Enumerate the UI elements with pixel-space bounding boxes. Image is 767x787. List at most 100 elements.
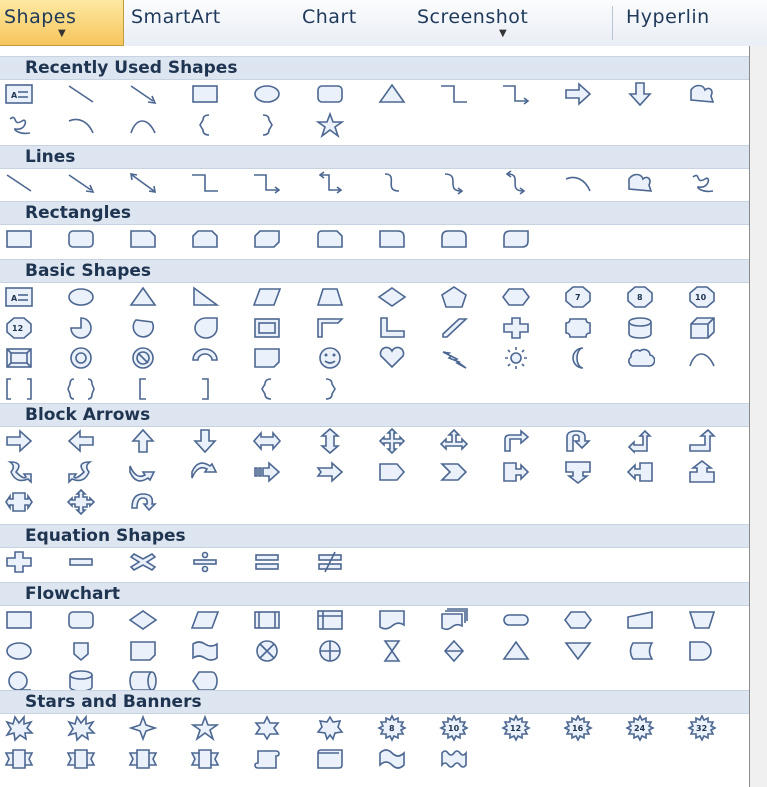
cross-icon[interactable] xyxy=(501,314,531,342)
alternate-process-icon[interactable] xyxy=(66,606,96,634)
left-right-up-arrow-icon[interactable] xyxy=(439,427,469,455)
curve-icon[interactable] xyxy=(563,169,593,197)
text-box-icon[interactable]: A xyxy=(4,283,34,311)
up-down-arrow-icon[interactable] xyxy=(315,427,345,455)
bent-arrow-icon[interactable] xyxy=(501,427,531,455)
card-icon[interactable] xyxy=(128,637,158,665)
decagon-icon[interactable]: 10 xyxy=(687,283,717,311)
wave-icon[interactable] xyxy=(377,745,407,773)
multidocument-icon[interactable] xyxy=(439,606,469,634)
quad-arrow-callout-icon[interactable] xyxy=(66,488,96,516)
curved-right-arrow-icon[interactable] xyxy=(4,458,34,486)
or-icon[interactable] xyxy=(315,637,345,665)
oval-icon[interactable] xyxy=(252,80,282,108)
curved-left-arrow-icon[interactable] xyxy=(66,458,96,486)
dodecagon-icon[interactable]: 12 xyxy=(4,314,34,342)
plaque-icon[interactable] xyxy=(563,314,593,342)
up-arrow-callout-icon[interactable] xyxy=(687,458,717,486)
left-right-arrow-icon[interactable] xyxy=(252,427,282,455)
folded-corner-icon[interactable] xyxy=(252,344,282,372)
isosceles-triangle-icon[interactable] xyxy=(128,283,158,311)
down-arrow-icon[interactable] xyxy=(190,427,220,455)
bevel-icon[interactable] xyxy=(4,344,34,372)
star-24-point-icon[interactable]: 24 xyxy=(625,714,655,742)
l-shape-icon[interactable] xyxy=(377,314,407,342)
round-same-side-corner-rectangle-icon[interactable] xyxy=(439,225,469,253)
arrow-line-icon[interactable] xyxy=(128,80,158,108)
left-bracket-icon[interactable] xyxy=(128,375,158,403)
elbow-arrow-connector-icon[interactable] xyxy=(501,80,531,108)
round-diagonal-corner-rectangle-icon[interactable] xyxy=(501,225,531,253)
star-4-point-icon[interactable] xyxy=(128,714,158,742)
vertical-scroll-icon[interactable] xyxy=(252,745,282,773)
bent-up-arrow-icon[interactable] xyxy=(687,427,717,455)
rectangle-icon[interactable] xyxy=(4,225,34,253)
decision-icon[interactable] xyxy=(128,606,158,634)
curved-down-ribbon-icon[interactable] xyxy=(190,745,220,773)
scrollbar[interactable] xyxy=(750,46,767,787)
explosion-1-icon[interactable] xyxy=(4,714,34,742)
curved-connector-icon[interactable] xyxy=(377,169,407,197)
no-symbol-icon[interactable] xyxy=(128,344,158,372)
right-arrow-icon[interactable] xyxy=(563,80,593,108)
down-arrow-callout-icon[interactable] xyxy=(563,458,593,486)
screenshot-button[interactable]: Screenshot ▼ xyxy=(417,0,528,46)
diagonal-stripe-icon[interactable] xyxy=(439,314,469,342)
summing-junction-icon[interactable] xyxy=(252,637,282,665)
minus-icon[interactable] xyxy=(66,548,96,576)
curved-up-ribbon-icon[interactable] xyxy=(128,745,158,773)
line-icon[interactable] xyxy=(4,169,34,197)
star-6-point-icon[interactable] xyxy=(252,714,282,742)
curved-up-arrow-icon[interactable] xyxy=(128,458,158,486)
rectangle-icon[interactable] xyxy=(190,80,220,108)
smartart-button[interactable]: SmartArt xyxy=(131,0,221,46)
not-equal-icon[interactable] xyxy=(315,548,345,576)
pie-icon[interactable] xyxy=(66,314,96,342)
pentagon-arrow-icon[interactable] xyxy=(377,458,407,486)
snip-diagonal-corner-rectangle-icon[interactable] xyxy=(252,225,282,253)
scribble-icon[interactable] xyxy=(687,169,717,197)
connector-icon[interactable] xyxy=(4,637,34,665)
right-bracket-icon[interactable] xyxy=(190,375,220,403)
elbow-connector-icon[interactable] xyxy=(190,169,220,197)
round-single-corner-rectangle-icon[interactable] xyxy=(377,225,407,253)
striped-right-arrow-icon[interactable] xyxy=(252,458,282,486)
up-ribbon-icon[interactable] xyxy=(4,745,34,773)
star-12-point-icon[interactable]: 12 xyxy=(501,714,531,742)
hexagon-icon[interactable] xyxy=(501,283,531,311)
star-7-point-icon[interactable] xyxy=(315,714,345,742)
multiply-icon[interactable] xyxy=(128,548,158,576)
notched-right-arrow-icon[interactable] xyxy=(315,458,345,486)
star-5-point-icon[interactable] xyxy=(190,714,220,742)
chart-button[interactable]: Chart xyxy=(302,0,357,46)
snip-same-side-corner-rectangle-icon[interactable] xyxy=(190,225,220,253)
can-icon[interactable] xyxy=(625,314,655,342)
pentagon-icon[interactable] xyxy=(439,283,469,311)
punched-tape-icon[interactable] xyxy=(190,637,220,665)
donut-icon[interactable] xyxy=(66,344,96,372)
teardrop-icon[interactable] xyxy=(190,314,220,342)
chord-icon[interactable] xyxy=(128,314,158,342)
star-10-point-icon[interactable]: 10 xyxy=(438,714,469,742)
left-brace-icon[interactable] xyxy=(252,375,282,403)
curved-double-arrow-connector-icon[interactable] xyxy=(501,169,531,197)
octagon-icon[interactable]: 8 xyxy=(625,283,655,311)
rounded-rectangle-icon[interactable] xyxy=(66,225,96,253)
delay-icon[interactable] xyxy=(687,637,717,665)
extract-icon[interactable] xyxy=(501,637,531,665)
diamond-icon[interactable] xyxy=(377,283,407,311)
explosion-2-icon[interactable] xyxy=(66,714,97,742)
double-bracket-icon[interactable] xyxy=(4,375,34,403)
left-arrow-callout-icon[interactable] xyxy=(625,458,655,486)
freeform-icon[interactable] xyxy=(625,169,655,197)
up-arrow-icon[interactable] xyxy=(128,427,158,455)
star-16-point-icon[interactable]: 16 xyxy=(563,714,593,742)
chevron-icon[interactable] xyxy=(439,458,469,486)
off-page-connector-icon[interactable] xyxy=(66,637,96,665)
star-8-point-icon[interactable]: 8 xyxy=(376,714,407,742)
parallelogram-icon[interactable] xyxy=(252,283,282,311)
left-up-arrow-icon[interactable] xyxy=(625,427,655,455)
trapezoid-icon[interactable] xyxy=(315,283,345,311)
curved-arrow-connector-icon[interactable] xyxy=(439,169,469,197)
elbow-connector-icon[interactable] xyxy=(439,80,469,108)
